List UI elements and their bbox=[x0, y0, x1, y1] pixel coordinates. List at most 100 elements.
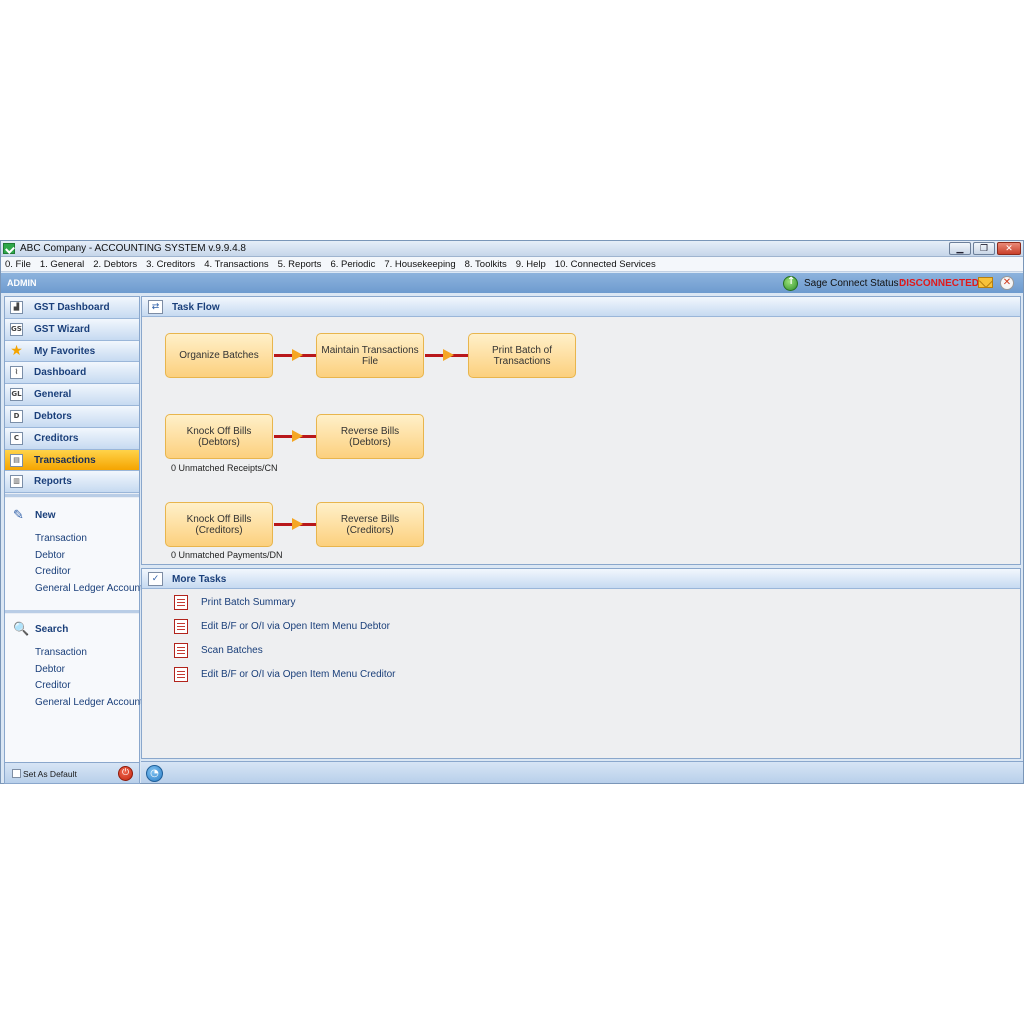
print-batch-summary-link[interactable]: Print Batch Summary bbox=[201, 597, 295, 608]
more-tasks-checklist-icon: ✓ bbox=[148, 572, 163, 586]
reverse-bills-debtors-task[interactable]: Reverse Bills (Debtors) bbox=[316, 414, 424, 459]
application-window: ABC Company - ACCOUNTING SYSTEM v.9.9.4.… bbox=[0, 240, 1024, 784]
general-ledger-icon: GL bbox=[10, 388, 23, 402]
nav-label: Transactions bbox=[34, 454, 96, 466]
reverse-bills-creditors-task[interactable]: Reverse Bills (Creditors) bbox=[316, 502, 424, 547]
window-title: ABC Company - ACCOUNTING SYSTEM v.9.9.4.… bbox=[20, 243, 246, 254]
close-icon: ✕ bbox=[1005, 244, 1013, 254]
edit-bf-creditor-link[interactable]: Edit B/F or O/I via Open Item Menu Credi… bbox=[201, 669, 396, 680]
sidebar-divider bbox=[5, 610, 139, 613]
knock-off-bills-creditors-task[interactable]: Knock Off Bills (Creditors) bbox=[165, 502, 273, 547]
menu-transactions[interactable]: 4. Transactions bbox=[204, 257, 268, 271]
nav-my-favorites[interactable]: ★ My Favorites bbox=[5, 340, 139, 363]
dashboard-chart-icon: ⌇ bbox=[10, 366, 23, 380]
new-debtor-link[interactable]: Debtor bbox=[35, 550, 65, 561]
nav-label: GST Wizard bbox=[34, 323, 91, 335]
task-flow-panel: ⇄ Task Flow Organize Batches Maintain Tr… bbox=[141, 296, 1021, 565]
nav-dashboard[interactable]: ⌇ Dashboard bbox=[5, 362, 139, 385]
minimize-button[interactable]: ▁ bbox=[949, 242, 971, 255]
menu-creditors[interactable]: 3. Creditors bbox=[146, 257, 195, 271]
app-logo-icon bbox=[3, 243, 15, 254]
report-document-icon bbox=[174, 667, 188, 682]
nav-creditors[interactable]: C Creditors bbox=[5, 427, 139, 450]
sidebar-footer: Set As Default ⏻ bbox=[5, 762, 139, 783]
task-flow-header: ⇄ Task Flow bbox=[142, 297, 1020, 317]
flow-arrow-icon bbox=[443, 349, 454, 361]
nav-label: Dashboard bbox=[34, 367, 87, 379]
creditors-icon: C bbox=[10, 431, 23, 445]
flow-arrow-icon bbox=[292, 349, 303, 361]
report-document-icon bbox=[174, 643, 188, 658]
admin-bar: ADMIN Sage Connect Status : DISCONNECTED… bbox=[1, 273, 1023, 293]
organize-batches-task[interactable]: Organize Batches bbox=[165, 333, 273, 378]
more-tasks-title: More Tasks bbox=[172, 574, 227, 585]
menu-periodic[interactable]: 6. Periodic bbox=[330, 257, 375, 271]
nav-label: GST Dashboard bbox=[34, 302, 110, 313]
unmatched-payments-note: 0 Unmatched Payments/DN bbox=[171, 550, 283, 560]
window-controls: ▁ ❐ ✕ bbox=[949, 242, 1021, 255]
nav-gst-dashboard[interactable]: ▟ GST Dashboard bbox=[5, 297, 139, 319]
menu-debtors[interactable]: 2. Debtors bbox=[93, 257, 137, 271]
new-panel-title: New bbox=[35, 510, 56, 521]
nav-label: Debtors bbox=[34, 410, 72, 422]
close-button[interactable]: ✕ bbox=[997, 242, 1021, 255]
sidebar-divider bbox=[5, 494, 139, 497]
reports-icon: ▥ bbox=[10, 475, 23, 489]
status-bar: ◔ bbox=[141, 761, 1023, 783]
nav-label: Reports bbox=[34, 476, 72, 488]
restore-button[interactable]: ❐ bbox=[973, 242, 995, 255]
task-flow-title: Task Flow bbox=[172, 302, 220, 313]
print-batch-of-transactions-task[interactable]: Print Batch of Transactions bbox=[468, 333, 576, 378]
search-transaction-link[interactable]: Transaction bbox=[35, 647, 87, 658]
task-flow-icon: ⇄ bbox=[148, 300, 163, 314]
transactions-icon: ▤ bbox=[10, 453, 23, 467]
new-creditor-link[interactable]: Creditor bbox=[35, 566, 71, 577]
rss-feed-icon[interactable]: ◔ bbox=[146, 765, 163, 782]
gst-dashboard-icon: ▟ bbox=[10, 301, 23, 314]
report-document-icon bbox=[174, 619, 188, 634]
mail-icon[interactable] bbox=[978, 277, 993, 288]
search-creditor-link[interactable]: Creditor bbox=[35, 680, 71, 691]
nav-general[interactable]: GL General bbox=[5, 384, 139, 406]
nav-transactions[interactable]: ▤ Transactions bbox=[5, 449, 139, 472]
title-bar: ABC Company - ACCOUNTING SYSTEM v.9.9.4.… bbox=[1, 241, 1023, 257]
new-pencil-icon: ✎ bbox=[13, 508, 24, 523]
search-icon: 🔍 bbox=[13, 622, 30, 637]
unmatched-receipts-note: 0 Unmatched Receipts/CN bbox=[171, 463, 278, 473]
new-gl-account-link[interactable]: General Ledger Account bbox=[35, 583, 143, 594]
sage-connect-label: Sage Connect Status : bbox=[804, 278, 905, 289]
nav-label: My Favorites bbox=[34, 345, 96, 357]
menu-housekeeping[interactable]: 7. Housekeeping bbox=[384, 257, 455, 271]
menu-general[interactable]: 1. General bbox=[40, 257, 84, 271]
search-panel-title: Search bbox=[35, 624, 69, 635]
search-gl-account-link[interactable]: General Ledger Account bbox=[35, 697, 143, 708]
nav-debtors[interactable]: D Debtors bbox=[5, 405, 139, 428]
scan-batches-link[interactable]: Scan Batches bbox=[201, 645, 263, 656]
nav-label: General bbox=[34, 389, 72, 401]
nav-gst-wizard[interactable]: GST GST Wizard bbox=[5, 318, 139, 341]
tools-icon[interactable]: ✕ bbox=[1000, 276, 1014, 290]
minimize-icon: ▁ bbox=[956, 244, 964, 254]
nav-label: Creditors bbox=[34, 432, 79, 444]
menu-help[interactable]: 9. Help bbox=[516, 257, 546, 271]
current-user-label: ADMIN bbox=[7, 278, 37, 288]
star-icon: ★ bbox=[10, 344, 23, 358]
maintain-transactions-file-task[interactable]: Maintain Transactions File bbox=[316, 333, 424, 378]
menu-reports[interactable]: 5. Reports bbox=[278, 257, 322, 271]
menu-toolkits[interactable]: 8. Toolkits bbox=[465, 257, 507, 271]
power-icon[interactable]: ⏻ bbox=[118, 766, 133, 781]
menu-connected-services[interactable]: 10. Connected Services bbox=[555, 257, 656, 271]
new-transaction-link[interactable]: Transaction bbox=[35, 533, 87, 544]
search-debtor-link[interactable]: Debtor bbox=[35, 664, 65, 675]
set-as-default-label: Set As Default bbox=[23, 769, 77, 779]
menu-file[interactable]: 0. File bbox=[5, 257, 31, 271]
search-panel: 🔍 Search Transaction Debtor Creditor Gen… bbox=[5, 614, 143, 763]
sage-connect-icon[interactable] bbox=[783, 276, 798, 291]
edit-bf-debtor-link[interactable]: Edit B/F or O/I via Open Item Menu Debto… bbox=[201, 621, 390, 632]
set-as-default-checkbox[interactable] bbox=[12, 769, 21, 778]
more-tasks-header: ✓ More Tasks bbox=[142, 569, 1020, 589]
nav-reports[interactable]: ▥ Reports bbox=[5, 471, 139, 494]
debtors-icon: D bbox=[10, 409, 23, 423]
flow-arrow-icon bbox=[292, 430, 303, 442]
knock-off-bills-debtors-task[interactable]: Knock Off Bills (Debtors) bbox=[165, 414, 273, 459]
